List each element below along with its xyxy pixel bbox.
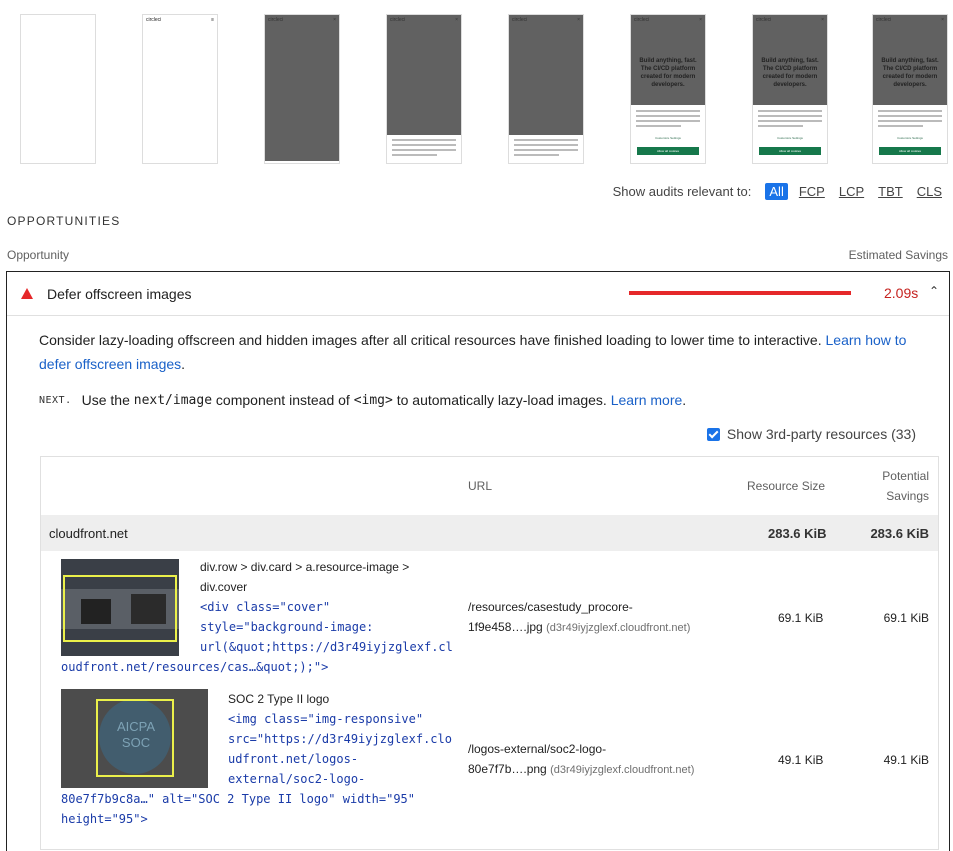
table-group-row: cloudfront.net 283.6 KiB 283.6 KiB bbox=[41, 515, 938, 551]
brand-logo: circleci bbox=[512, 17, 528, 23]
element-screenshot bbox=[61, 559, 179, 656]
frame-button: Allow all cookies bbox=[637, 147, 699, 155]
frame-hero-text: Build anything, fast. The CI/CD platform… bbox=[761, 58, 819, 88]
warning-triangle-icon bbox=[21, 288, 33, 299]
filmstrip-frame: circleci × bbox=[264, 14, 340, 164]
filmstrip-frame: circleci × bbox=[508, 14, 584, 164]
filter-tbt[interactable]: TBT bbox=[875, 183, 906, 200]
frame-button: Allow all cookies bbox=[879, 147, 941, 155]
filter-fcp[interactable]: FCP bbox=[796, 183, 828, 200]
resource-size: 69.1 KiB bbox=[778, 611, 824, 625]
brand-logo: circleci bbox=[390, 17, 406, 23]
node-snippet-cont: 80e7f7b9c8a…" alt="SOC 2 Type II logo" w… bbox=[61, 792, 416, 826]
filmstrip-frame: circleci × Build anything, fast. The CI/C… bbox=[872, 14, 948, 164]
node-snippet-cont: oudfront.net/resources/cas…&quot;);"> bbox=[61, 660, 329, 674]
frame-link: Customize Settings bbox=[777, 136, 803, 140]
checkbox-checked-icon[interactable] bbox=[706, 427, 720, 441]
potential-savings: 49.1 KiB bbox=[883, 753, 929, 767]
frame-link: Customize Settings bbox=[655, 136, 681, 140]
group-name: cloudfront.net bbox=[49, 526, 128, 541]
filmstrip-frame: circleci × Build anything, fast. The CI/C… bbox=[630, 14, 706, 164]
filmstrip: circleci ≡ circleci × circleci × circleci × … bbox=[20, 14, 950, 164]
node-snippet: <div class="cover" style="background-ima… bbox=[200, 600, 453, 654]
audit-defer-offscreen-images: Defer offscreen images 2.09s ⌃ Consider … bbox=[6, 271, 950, 851]
audit-filter: Show audits relevant to: All FCP LCP TBT… bbox=[613, 183, 945, 200]
menu-icon: ≡ bbox=[211, 17, 214, 23]
chevron-up-icon[interactable]: ⌃ bbox=[929, 284, 939, 298]
brand-logo: circleci bbox=[876, 17, 892, 23]
header-savings: Savings bbox=[886, 489, 929, 503]
node-snippet: <img class="img-responsive" src="https:/… bbox=[228, 712, 452, 786]
audit-savings: 2.09s bbox=[884, 285, 919, 301]
third-party-toggle[interactable]: Show 3rd-party resources (33) bbox=[39, 426, 917, 442]
column-estimated-savings: Estimated Savings bbox=[848, 248, 948, 262]
stack-pack: NEXT. Use the next/image component inste… bbox=[39, 392, 687, 408]
node-selector: SOC 2 Type II logo bbox=[228, 692, 330, 706]
audit-header[interactable]: Defer offscreen images 2.09s ⌃ bbox=[7, 272, 949, 315]
header-potential: Potential bbox=[882, 469, 929, 483]
brand-logo: circleci bbox=[146, 17, 162, 23]
nextjs-logo: NEXT. bbox=[39, 394, 72, 406]
learn-more-link[interactable]: Learn more bbox=[611, 392, 683, 408]
frame-hero-text: Build anything, fast. The CI/CD platform… bbox=[639, 58, 697, 88]
third-party-label: Show 3rd-party resources (33) bbox=[726, 426, 916, 442]
table-row: AICPA SOC SOC 2 Type II logo <img class="… bbox=[41, 689, 938, 849]
table-row: div.row > div.card > a.resource-image > d… bbox=[41, 551, 938, 689]
node-selector: div.row > div.card > a.resource-image > d… bbox=[200, 560, 410, 594]
frame-link: Customize Settings bbox=[897, 136, 923, 140]
filter-cls[interactable]: CLS bbox=[914, 183, 945, 200]
resource-url[interactable]: /resources/casestudy_procore- 1f9e458….jp… bbox=[468, 597, 690, 638]
header-resource-size: Resource Size bbox=[747, 479, 826, 493]
brand-logo: circleci bbox=[634, 17, 650, 23]
filmstrip-frame: circleci × bbox=[386, 14, 462, 164]
filmstrip-frame: circleci ≡ bbox=[142, 14, 218, 164]
resource-size: 49.1 KiB bbox=[778, 753, 824, 767]
column-opportunity: Opportunity bbox=[7, 248, 70, 262]
section-title: OPPORTUNITIES bbox=[7, 214, 121, 228]
potential-savings: 69.1 KiB bbox=[883, 611, 929, 625]
audit-body: Consider lazy-loading offscreen and hidd… bbox=[7, 315, 949, 442]
table-header: URL Resource Size Potential Savings bbox=[41, 457, 938, 515]
details-table: URL Resource Size Potential Savings clou… bbox=[40, 456, 939, 850]
filter-label: Show audits relevant to: bbox=[612, 184, 752, 199]
savings-bar bbox=[629, 291, 851, 295]
brand-logo: circleci bbox=[268, 17, 284, 23]
resource-url[interactable]: /logos-external/soc2-logo- 80e7f7b….png (… bbox=[468, 739, 694, 780]
filmstrip-frame bbox=[20, 14, 96, 164]
frame-button: Allow all cookies bbox=[759, 147, 821, 155]
frame-hero-text: Build anything, fast. The CI/CD platform… bbox=[881, 58, 939, 88]
filmstrip-frame: circleci × Build anything, fast. The CI/C… bbox=[752, 14, 828, 164]
audit-title: Defer offscreen images bbox=[47, 285, 192, 302]
group-savings: 283.6 KiB bbox=[870, 526, 929, 541]
element-screenshot: AICPA SOC bbox=[61, 689, 208, 788]
group-size: 283.6 KiB bbox=[768, 526, 827, 541]
filter-lcp[interactable]: LCP bbox=[836, 183, 867, 200]
audit-description: Consider lazy-loading offscreen and hidd… bbox=[39, 332, 907, 372]
filter-all[interactable]: All bbox=[765, 183, 788, 200]
brand-logo: circleci bbox=[756, 17, 772, 23]
header-url: URL bbox=[468, 479, 493, 493]
